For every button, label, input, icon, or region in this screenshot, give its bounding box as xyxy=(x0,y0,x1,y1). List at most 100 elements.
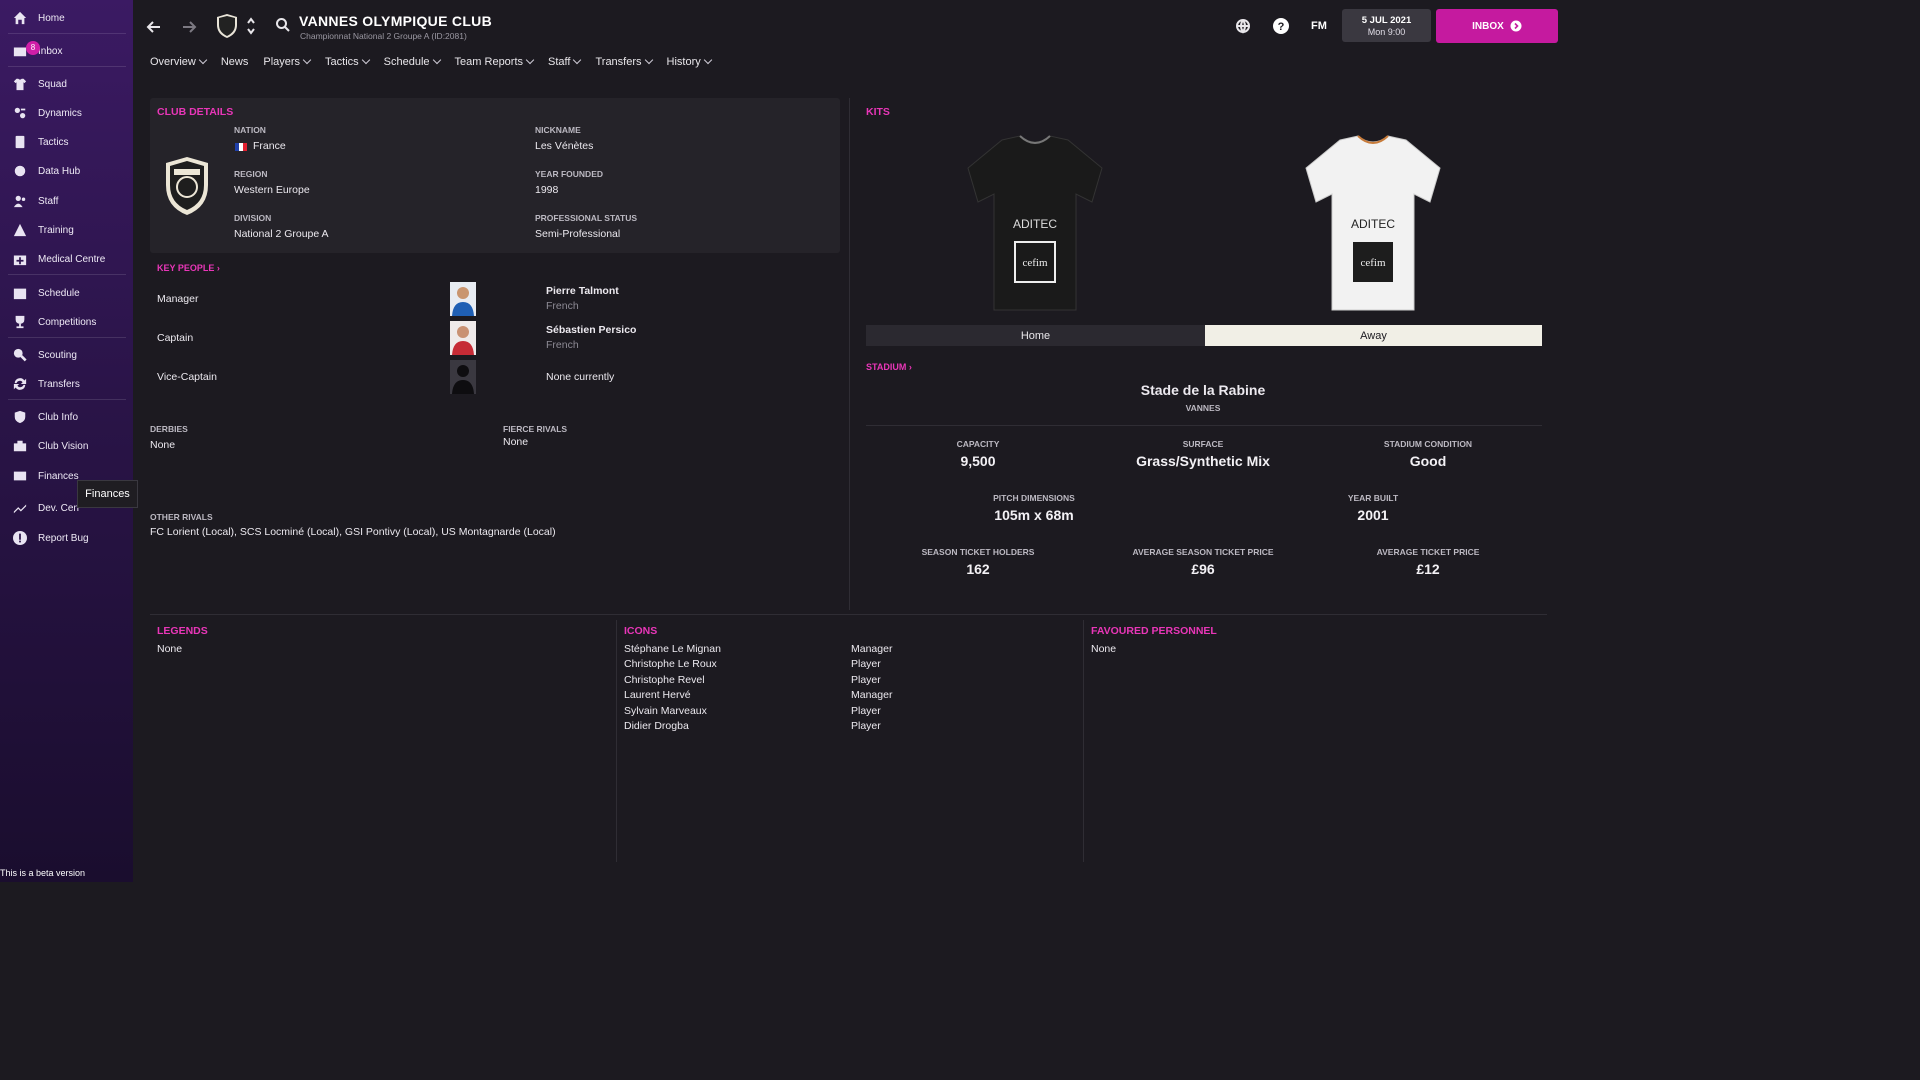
forward-button[interactable] xyxy=(178,16,200,38)
division-label: DIVISION xyxy=(234,213,272,223)
captain-name-link[interactable]: Sébastien Persico xyxy=(546,324,636,336)
sidebar-item-schedule[interactable]: Schedule xyxy=(0,280,126,306)
key-person-role: Vice-Captain xyxy=(157,371,217,383)
icon-role: Player xyxy=(851,720,881,732)
icon-name[interactable]: Christophe Revel xyxy=(624,674,705,686)
sidebar-item-squad[interactable]: Squad xyxy=(0,71,126,97)
derbies-label: DERBIES xyxy=(150,424,188,434)
inbox-continue-button[interactable]: INBOX xyxy=(1436,9,1558,43)
captain-photo[interactable] xyxy=(450,321,476,355)
tab-history[interactable]: History xyxy=(666,55,712,70)
tab-overview[interactable]: Overview xyxy=(150,55,208,70)
tab-away-kit[interactable]: Away xyxy=(1205,325,1542,346)
bottom-divider xyxy=(150,614,1547,615)
other-rivals-label: OTHER RIVALS xyxy=(150,512,213,522)
sidebar-item-staff[interactable]: Staff xyxy=(0,188,126,214)
data-hub-icon xyxy=(12,163,28,179)
sidebar-item-dynamics[interactable]: Dynamics xyxy=(0,100,126,126)
tab-schedule[interactable]: Schedule xyxy=(383,55,441,70)
vision-icon xyxy=(12,438,28,454)
manager-name-link[interactable]: Pierre Talmont xyxy=(546,285,619,297)
club-crest-icon xyxy=(166,157,208,215)
icon-name[interactable]: Christophe Le Roux xyxy=(624,658,717,670)
nation-value[interactable]: France xyxy=(253,140,286,152)
other-rivals-value[interactable]: FC Lorient (Local), SCS Locminé (Local),… xyxy=(150,526,556,538)
sidebar-item-transfers[interactable]: Transfers xyxy=(0,371,126,397)
year-founded-label: YEAR FOUNDED xyxy=(535,169,604,179)
tab-staff[interactable]: Staff xyxy=(548,55,582,70)
sidebar-item-club-info[interactable]: Club Info xyxy=(0,404,126,430)
inbox-button-label: INBOX xyxy=(1472,20,1504,32)
sidebar-divider xyxy=(8,66,126,67)
sidebar-item-medical-centre[interactable]: Medical Centre xyxy=(0,246,126,272)
pitch-dimensions-value: 105m x 68m xyxy=(994,507,1074,523)
region-value: Western Europe xyxy=(234,184,310,196)
away-kit-sponsor: ADITEC xyxy=(1351,217,1395,231)
division-value[interactable]: National 2 Groupe A xyxy=(234,228,329,240)
away-kit-box-sponsor: cefim xyxy=(1360,257,1385,269)
sidebar-divider xyxy=(8,33,126,34)
tab-transfers[interactable]: Transfers xyxy=(595,55,653,70)
fierce-rivals-label: FIERCE RIVALS xyxy=(503,424,568,434)
captain-nationality: French xyxy=(546,339,579,351)
club-crest-icon[interactable] xyxy=(215,12,239,40)
surface-label: SURFACE xyxy=(1182,439,1224,449)
key-person-role: Captain xyxy=(157,332,194,344)
capacity-value: 9,500 xyxy=(960,453,996,469)
icon-name[interactable]: Sylvain Marveaux xyxy=(624,705,707,717)
away-kit-shirt: ADITEC cefim xyxy=(1305,135,1441,311)
back-button[interactable] xyxy=(143,16,165,38)
tab-label: News xyxy=(220,56,249,68)
sidebar-item-inbox[interactable]: 8 Inbox xyxy=(0,38,126,64)
column-divider xyxy=(849,98,850,610)
date-continue-widget[interactable]: 5 JUL 2021 Mon 9:00 xyxy=(1342,9,1431,42)
tab-label: Team Reports xyxy=(454,56,524,68)
avg-season-ticket-value: £96 xyxy=(1191,561,1215,577)
world-icon[interactable] xyxy=(1234,17,1252,35)
sidebar-item-data-hub[interactable]: Data Hub xyxy=(0,158,126,184)
tab-label: Overview xyxy=(150,56,196,68)
stadium-link[interactable]: STADIUM › xyxy=(866,362,912,372)
fm-logo[interactable]: FM xyxy=(1311,20,1327,32)
arrow-circle-icon xyxy=(1510,20,1522,32)
favoured-personnel-value: None xyxy=(1091,643,1117,655)
sidebar-item-club-vision[interactable]: Club Vision xyxy=(0,433,126,459)
sidebar-item-report-bug[interactable]: Report Bug xyxy=(0,525,126,551)
sidebar-item-home[interactable]: Home xyxy=(0,5,126,31)
region-label: REGION xyxy=(234,169,268,179)
tab-players[interactable]: Players xyxy=(263,55,312,70)
tab-label: History xyxy=(666,56,701,68)
icon-name[interactable]: Stéphane Le Mignan xyxy=(624,643,721,655)
avg-ticket-label: AVERAGE TICKET PRICE xyxy=(1376,547,1480,557)
tab-news[interactable]: News xyxy=(221,56,249,70)
sidebar-item-competitions[interactable]: Competitions xyxy=(0,309,126,335)
scouting-icon xyxy=(12,347,28,363)
tab-label: Schedule xyxy=(383,56,430,68)
tab-home-kit[interactable]: Home xyxy=(866,325,1205,346)
search-icon[interactable] xyxy=(274,16,292,34)
year-founded-value: 1998 xyxy=(535,184,559,196)
tab-tactics[interactable]: Tactics xyxy=(325,55,370,70)
icon-name[interactable]: Didier Drogba xyxy=(624,720,689,732)
sidebar-item-scouting[interactable]: Scouting xyxy=(0,342,126,368)
sidebar-item-tactics[interactable]: Tactics xyxy=(0,129,126,155)
icon-name[interactable]: Laurent Hervé xyxy=(624,689,691,701)
sidebar-item-label: Report Bug xyxy=(38,532,89,544)
column-divider xyxy=(1083,620,1084,862)
manager-photo[interactable] xyxy=(450,282,476,316)
home-kit-sponsor: ADITEC xyxy=(1013,217,1057,231)
finances-icon xyxy=(12,468,28,484)
avg-season-ticket-label: AVERAGE SEASON TICKET PRICE xyxy=(1132,547,1274,557)
icon-role: Player xyxy=(851,658,881,670)
sidebar-item-training[interactable]: Training xyxy=(0,217,126,243)
capacity-label: CAPACITY xyxy=(956,439,1000,449)
chevron-down-icon xyxy=(198,55,208,65)
calendar-icon xyxy=(12,285,28,301)
column-divider xyxy=(616,620,617,862)
help-icon[interactable]: ? xyxy=(1272,17,1290,35)
sidebar-divider xyxy=(8,274,126,275)
tab-team-reports[interactable]: Team Reports xyxy=(454,55,535,70)
club-switcher-chevrons-icon[interactable] xyxy=(245,14,257,38)
key-people-link[interactable]: KEY PEOPLE › xyxy=(157,263,220,273)
chevron-down-icon xyxy=(361,55,370,65)
